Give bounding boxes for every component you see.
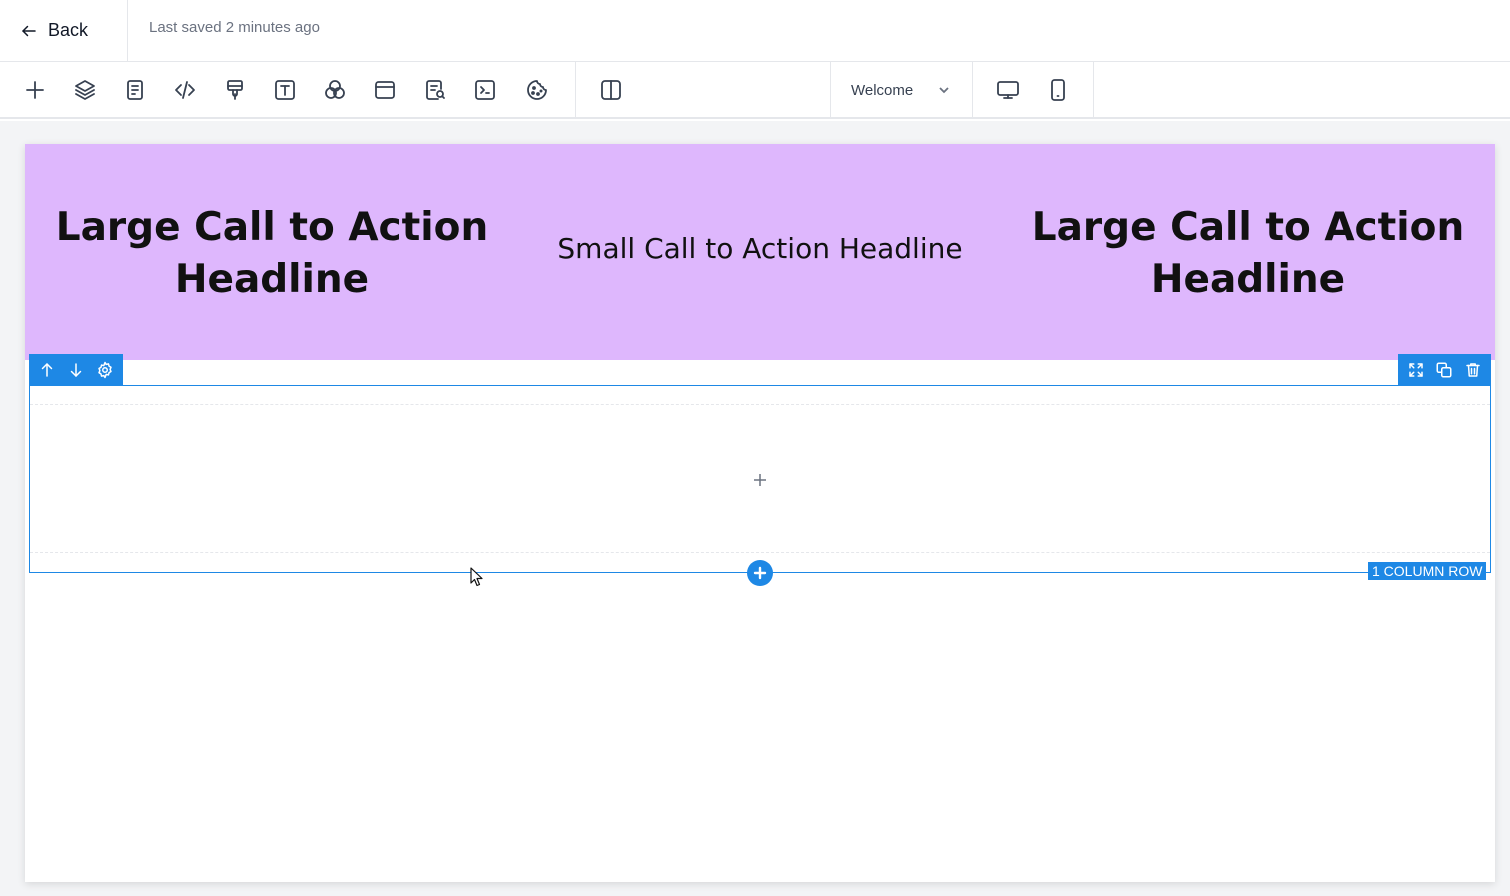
- search-document-icon: [426, 80, 445, 100]
- add-row-button[interactable]: [747, 560, 773, 586]
- sections-button[interactable]: [370, 75, 400, 105]
- back-label: Back: [48, 20, 89, 40]
- toolbar-divider: [972, 62, 973, 118]
- left-cta-headline[interactable]: Large Call to Action Headline: [37, 202, 507, 306]
- duplicate-row-button[interactable]: [1433, 359, 1455, 381]
- document-icon: [127, 80, 143, 100]
- split-view-icon: [601, 80, 621, 100]
- scripts-button[interactable]: [470, 75, 500, 105]
- layers-icon: [75, 80, 95, 100]
- move-row-up-button[interactable]: [36, 359, 58, 381]
- selected-row[interactable]: [29, 385, 1491, 573]
- arrow-left-icon: [22, 25, 36, 36]
- plus-icon: [753, 566, 767, 580]
- chevron-down-icon: [939, 87, 949, 94]
- terminal-icon: [475, 80, 495, 100]
- seo-button[interactable]: [420, 75, 450, 105]
- desktop-icon: [997, 81, 1019, 99]
- text-icon: [275, 80, 295, 100]
- typography-button[interactable]: [270, 75, 300, 105]
- layers-button[interactable]: [70, 75, 100, 105]
- page-select[interactable]: Welcome: [831, 62, 972, 118]
- row-controls-right: [1398, 354, 1491, 385]
- expand-icon: [1409, 362, 1423, 377]
- center-cta-headline[interactable]: Small Call to Action Headline: [525, 232, 995, 265]
- add-element-button[interactable]: [20, 75, 50, 105]
- arrow-up-icon: [42, 362, 53, 377]
- styles-button[interactable]: [220, 75, 250, 105]
- move-row-down-button[interactable]: [65, 359, 87, 381]
- column-top-guide: [30, 404, 1490, 405]
- page-preview[interactable]: Large Call to Action Headline Small Call…: [25, 144, 1495, 882]
- cookie-icon: [527, 80, 547, 100]
- plus-icon: [754, 474, 766, 486]
- row-type-badge: 1 COLUMN ROW: [1368, 562, 1487, 580]
- desktop-view-button[interactable]: [993, 75, 1023, 105]
- toolbar-divider: [575, 62, 576, 118]
- editor-toolbar: Welcome: [0, 62, 1510, 119]
- code-button[interactable]: [170, 75, 200, 105]
- add-block-button[interactable]: [750, 470, 770, 490]
- split-view-button[interactable]: [596, 75, 626, 105]
- delete-row-button[interactable]: [1462, 359, 1484, 381]
- color-circles-icon: [325, 80, 345, 99]
- colors-button[interactable]: [320, 75, 350, 105]
- cookies-button[interactable]: [522, 75, 552, 105]
- expand-row-button[interactable]: [1405, 359, 1427, 381]
- section-icon: [375, 81, 395, 99]
- mobile-icon: [1051, 79, 1065, 101]
- saved-status: Last saved 2 minutes ago: [149, 19, 320, 36]
- paint-brush-icon: [227, 80, 243, 100]
- cta-section[interactable]: Large Call to Action Headline Small Call…: [25, 144, 1495, 360]
- toolbar-divider: [1093, 62, 1094, 118]
- page-select-value: Welcome: [851, 81, 914, 99]
- right-cta-headline[interactable]: Large Call to Action Headline: [1013, 202, 1483, 306]
- top-bar: Back Last saved 2 minutes ago: [0, 0, 1510, 62]
- mouse-cursor-icon: [470, 567, 483, 587]
- editor-canvas: Large Call to Action Headline Small Call…: [0, 121, 1510, 896]
- row-controls-left: [29, 354, 123, 385]
- arrow-down-icon: [70, 362, 82, 377]
- row-settings-button[interactable]: [94, 359, 116, 381]
- mobile-view-button[interactable]: [1043, 75, 1073, 105]
- add-icon: [26, 81, 44, 99]
- gear-icon: [97, 361, 112, 378]
- back-button[interactable]: Back: [0, 0, 128, 61]
- pages-button[interactable]: [120, 75, 150, 105]
- trash-icon: [1466, 362, 1480, 377]
- copy-icon: [1436, 362, 1452, 377]
- column-bottom-guide: [30, 552, 1490, 553]
- code-icon: [175, 81, 195, 99]
